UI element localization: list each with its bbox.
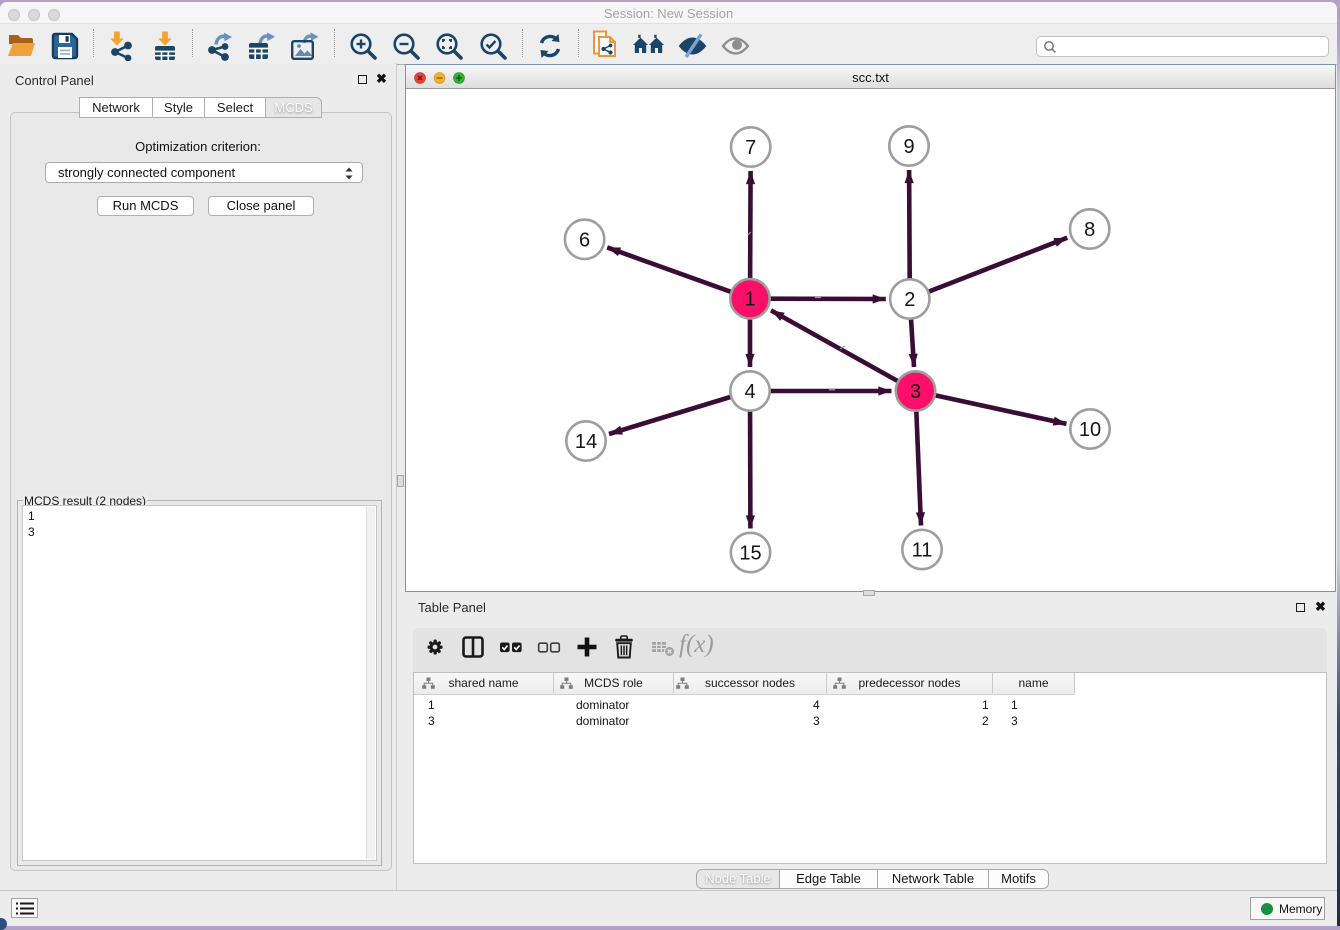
svg-text:6: 6	[579, 229, 590, 251]
svg-text:11: 11	[912, 540, 933, 562]
svg-text:10: 10	[1079, 419, 1101, 441]
svg-text:8: 8	[1084, 219, 1095, 241]
svg-text:14: 14	[575, 431, 597, 453]
svg-text:7: 7	[745, 137, 756, 159]
svg-text:3: 3	[910, 381, 921, 403]
svg-text:9: 9	[903, 136, 914, 158]
svg-text:4: 4	[744, 381, 755, 403]
svg-text:1: 1	[744, 289, 755, 311]
svg-text:15: 15	[739, 543, 761, 565]
svg-text:2: 2	[904, 289, 915, 311]
